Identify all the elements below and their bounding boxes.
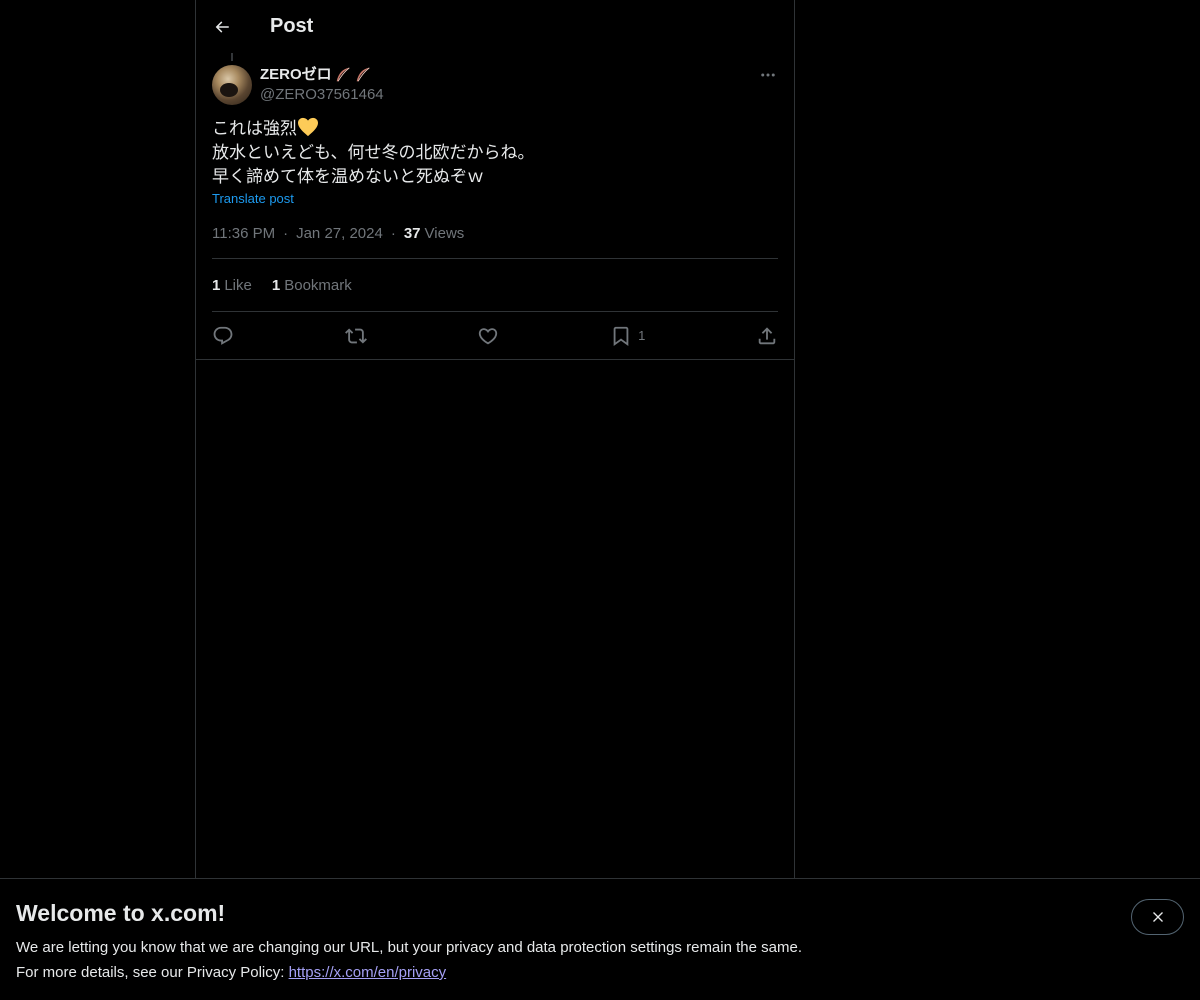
- engagement-stats: 1 Like 1 Bookmark: [196, 259, 794, 311]
- reply-button[interactable]: [212, 325, 234, 347]
- bookmarks-label: Bookmark: [284, 276, 352, 294]
- heart-icon: [479, 327, 498, 344]
- banner-text: We are letting you know that we are chan…: [16, 935, 1184, 985]
- post-column: Post ZEROゼロ @ZERO37561464 これは強烈 放水といえども、…: [195, 0, 795, 878]
- close-button[interactable]: [1131, 899, 1184, 935]
- meta-separator: ·: [283, 225, 289, 242]
- views-count: 37: [403, 225, 421, 242]
- meta-separator: ·: [390, 225, 396, 242]
- translate-post-link[interactable]: Translate post: [196, 189, 794, 207]
- tweet-line-3: 早く諦めて体を温めないと死ぬぞｗ: [212, 167, 484, 186]
- author-row: ZEROゼロ @ZERO37561464: [196, 53, 794, 105]
- likes-label: Like: [224, 276, 252, 294]
- display-name[interactable]: ZEROゼロ: [260, 65, 384, 85]
- feather-emoji-icon: [336, 67, 350, 82]
- more-horizontal-icon: [761, 73, 775, 77]
- bookmarks-stat[interactable]: 1 Bookmark: [272, 277, 352, 294]
- close-icon: [1152, 912, 1163, 922]
- tweet-line-1: これは強烈: [212, 119, 297, 138]
- welcome-banner: Welcome to x.com! We are letting you kno…: [0, 878, 1200, 1000]
- bookmark-icon: [613, 326, 629, 346]
- post-header: Post: [196, 0, 794, 53]
- action-bar: 1: [196, 312, 794, 360]
- bookmark-count: 1: [638, 328, 646, 343]
- bookmark-button[interactable]: 1: [610, 325, 645, 347]
- privacy-policy-link[interactable]: https://x.com/en/privacy: [289, 964, 447, 981]
- banner-line-2-prefix: For more details, see our Privacy Policy…: [16, 964, 289, 981]
- post-meta: 11:36 PM · Jan 27, 2024 · 37 Views: [196, 207, 794, 258]
- like-button[interactable]: [477, 325, 499, 347]
- banner-line-2: For more details, see our Privacy Policy…: [16, 960, 1184, 985]
- repost-icon: [344, 328, 367, 343]
- avatar[interactable]: [212, 65, 252, 105]
- banner-line-1: We are letting you know that we are chan…: [16, 939, 802, 956]
- display-name-text: ZEROゼロ: [260, 66, 332, 83]
- post-date[interactable]: Jan 27, 2024: [296, 225, 383, 242]
- share-icon: [758, 326, 776, 344]
- reply-icon: [213, 326, 233, 345]
- views-label: Views: [424, 225, 465, 242]
- feather-emoji-icon: [356, 67, 370, 82]
- yellow-heart-emoji-icon: [298, 117, 318, 137]
- page-title: Post: [270, 15, 314, 37]
- author-names: ZEROゼロ @ZERO37561464: [260, 65, 384, 105]
- banner-title: Welcome to x.com!: [16, 900, 226, 926]
- likes-count: 1: [212, 276, 221, 294]
- user-handle[interactable]: @ZERO37561464: [260, 85, 384, 105]
- share-button[interactable]: [756, 325, 778, 347]
- back-button[interactable]: [212, 17, 232, 37]
- tweet-text: これは強烈 放水といえども、何せ冬の北欧だからね。 早く諦めて体を温めないと死ぬ…: [196, 105, 794, 189]
- more-button[interactable]: [758, 65, 778, 85]
- tweet-line-2: 放水といえども、何せ冬の北欧だからね。: [212, 143, 535, 162]
- bookmarks-count: 1: [271, 276, 281, 294]
- likes-stat[interactable]: 1 Like: [212, 277, 252, 294]
- post-time[interactable]: 11:36 PM: [212, 225, 275, 242]
- repost-button[interactable]: [344, 325, 367, 347]
- arrow-left-icon: [215, 20, 229, 33]
